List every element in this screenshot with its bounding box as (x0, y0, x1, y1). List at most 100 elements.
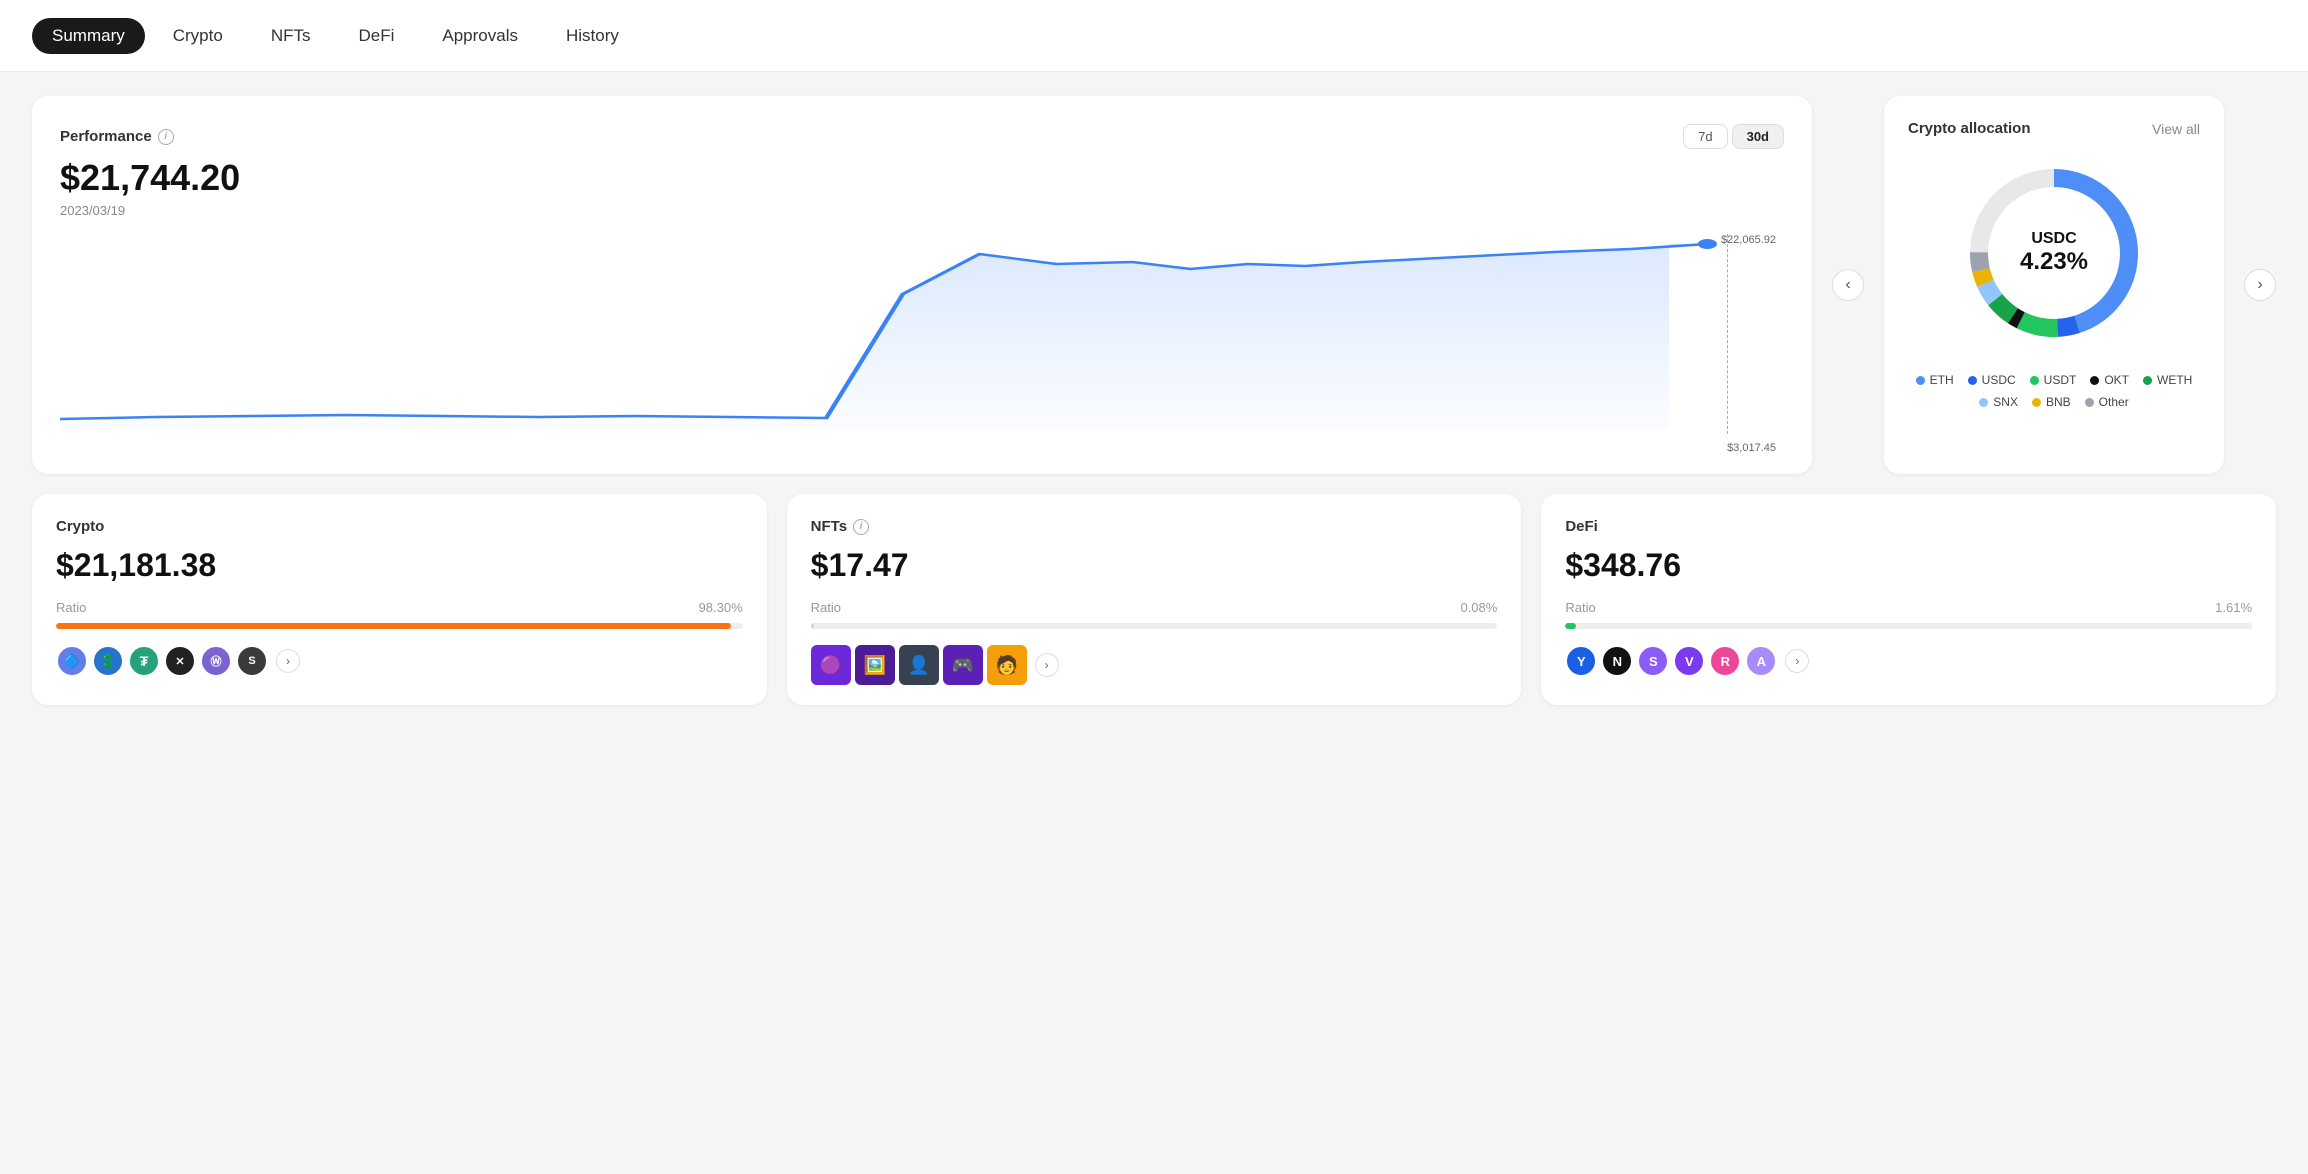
legend-dot-snx (1979, 398, 1988, 407)
nav-crypto[interactable]: Crypto (153, 18, 243, 54)
legend-usdc: USDC (1968, 373, 2016, 387)
legend-dot-other (2085, 398, 2094, 407)
defi-card: DeFi $348.76 Ratio 1.61% Y N S V R A › (1541, 494, 2276, 705)
chart-high-label: $22,065.92 (1721, 234, 1776, 246)
defi-token-n: N (1601, 645, 1633, 677)
nfts-ratio-pct: 0.08% (1460, 600, 1497, 615)
donut-chart: USDC 4.23% (1954, 153, 2154, 353)
nft-thumb-3: 👤 (899, 645, 939, 685)
nfts-amount: $17.47 (811, 547, 1498, 584)
nfts-card-title: NFTs i (811, 518, 1498, 535)
crypto-progress-bar (56, 623, 743, 629)
nfts-info-icon[interactable]: i (853, 519, 869, 535)
performance-label: Performance (60, 128, 152, 145)
legend-label-snx: SNX (1993, 395, 2018, 409)
defi-ratio-pct: 1.61% (2215, 600, 2252, 615)
view-all-button[interactable]: View all (2152, 121, 2200, 137)
nfts-progress-bar (811, 623, 1498, 629)
top-row: Performance i 7d 30d $21,744.20 2023/03/… (32, 96, 2276, 474)
nfts-more-button[interactable]: › (1035, 653, 1059, 677)
perf-header: Performance i 7d 30d (60, 124, 1784, 149)
legend-label-okt: OKT (2104, 373, 2129, 387)
nfts-title-label: NFTs (811, 518, 847, 535)
nfts-progress-fill (811, 623, 814, 629)
legend-other: Other (2085, 395, 2129, 409)
allocation-header: Crypto allocation View all (1908, 120, 2200, 137)
token-icon-usdc: 💲 (92, 645, 124, 677)
nfts-card: NFTs i $17.47 Ratio 0.08% 🟣 🖼️ 👤 🎮 🧑 › (787, 494, 1522, 705)
crypto-ratio-pct: 98.30% (699, 600, 743, 615)
nav-summary[interactable]: Summary (32, 18, 145, 54)
nft-thumbnails: 🟣 🖼️ 👤 🎮 🧑 › (811, 645, 1498, 685)
defi-title-label: DeFi (1565, 518, 1598, 535)
time-30d[interactable]: 30d (1732, 124, 1784, 149)
nft-thumb-2: 🖼️ (855, 645, 895, 685)
defi-token-r: R (1709, 645, 1741, 677)
legend-eth: ETH (1916, 373, 1954, 387)
nfts-ratio-label: Ratio (811, 600, 841, 615)
crypto-title-label: Crypto (56, 518, 104, 535)
nft-thumb-5: 🧑 (987, 645, 1027, 685)
nfts-ratio-row: Ratio 0.08% (811, 600, 1498, 615)
performance-chart: $22,065.92 $3,017.45 (60, 234, 1784, 454)
crypto-card: Crypto $21,181.38 Ratio 98.30% 🔷 💲 ₮ ✕ Ⓦ… (32, 494, 767, 705)
bottom-row: Crypto $21,181.38 Ratio 98.30% 🔷 💲 ₮ ✕ Ⓦ… (32, 494, 2276, 705)
nav-defi[interactable]: DeFi (338, 18, 414, 54)
legend-okt: OKT (2090, 373, 2129, 387)
time-filters: 7d 30d (1683, 124, 1784, 149)
nft-thumb-1: 🟣 (811, 645, 851, 685)
nav-history[interactable]: History (546, 18, 639, 54)
defi-card-title: DeFi (1565, 518, 2252, 535)
alloc-next-button[interactable]: › (2244, 269, 2276, 301)
nav-approvals[interactable]: Approvals (422, 18, 538, 54)
donut-center: USDC 4.23% (2020, 230, 2088, 276)
legend-dot-weth (2143, 376, 2152, 385)
legend-label-usdc: USDC (1982, 373, 2016, 387)
performance-card: Performance i 7d 30d $21,744.20 2023/03/… (32, 96, 1812, 474)
legend-dot-okt (2090, 376, 2099, 385)
crypto-more-button[interactable]: › (276, 649, 300, 673)
nft-thumb-4: 🎮 (943, 645, 983, 685)
legend-label-usdt: USDT (2044, 373, 2077, 387)
allocation-card: Crypto allocation View all (1884, 96, 2224, 474)
performance-info-icon[interactable]: i (158, 129, 174, 145)
crypto-token-icons: 🔷 💲 ₮ ✕ Ⓦ S › (56, 645, 743, 677)
defi-token-icons: Y N S V R A › (1565, 645, 2252, 677)
legend-dot-usdc (1968, 376, 1977, 385)
defi-progress-fill (1565, 623, 1576, 629)
legend-dot-usdt (2030, 376, 2039, 385)
token-icon-s: S (236, 645, 268, 677)
performance-chart-svg (60, 234, 1784, 434)
defi-ratio-row: Ratio 1.61% (1565, 600, 2252, 615)
legend-usdt: USDT (2030, 373, 2077, 387)
legend-dot-eth (1916, 376, 1925, 385)
defi-amount: $348.76 (1565, 547, 2252, 584)
defi-token-a: A (1745, 645, 1777, 677)
performance-date: 2023/03/19 (60, 203, 1784, 218)
token-icon-okt: ✕ (164, 645, 196, 677)
defi-ratio-label: Ratio (1565, 600, 1595, 615)
alloc-prev-button[interactable]: ‹ (1832, 269, 1864, 301)
legend-label-weth: WETH (2157, 373, 2192, 387)
legend-snx: SNX (1979, 395, 2018, 409)
perf-title: Performance i (60, 128, 174, 145)
nav-nfts[interactable]: NFTs (251, 18, 331, 54)
navigation: Summary Crypto NFTs DeFi Approvals Histo… (0, 0, 2308, 72)
token-icon-weth: Ⓦ (200, 645, 232, 677)
defi-token-y: Y (1565, 645, 1597, 677)
legend-label-other: Other (2099, 395, 2129, 409)
defi-token-s: S (1637, 645, 1669, 677)
allocation-legend: ETH USDC USDT OKT WETH (1908, 373, 2200, 409)
main-content: Performance i 7d 30d $21,744.20 2023/03/… (0, 72, 2308, 729)
token-icon-usdt: ₮ (128, 645, 160, 677)
crypto-ratio-row: Ratio 98.30% (56, 600, 743, 615)
performance-amount: $21,744.20 (60, 157, 1784, 199)
crypto-ratio-label: Ratio (56, 600, 86, 615)
defi-more-button[interactable]: › (1785, 649, 1809, 673)
time-7d[interactable]: 7d (1683, 124, 1727, 149)
crypto-amount: $21,181.38 (56, 547, 743, 584)
chart-low-label: $3,017.45 (1727, 442, 1776, 454)
defi-token-v: V (1673, 645, 1705, 677)
chart-end-dot (1698, 239, 1717, 249)
token-icon-eth: 🔷 (56, 645, 88, 677)
